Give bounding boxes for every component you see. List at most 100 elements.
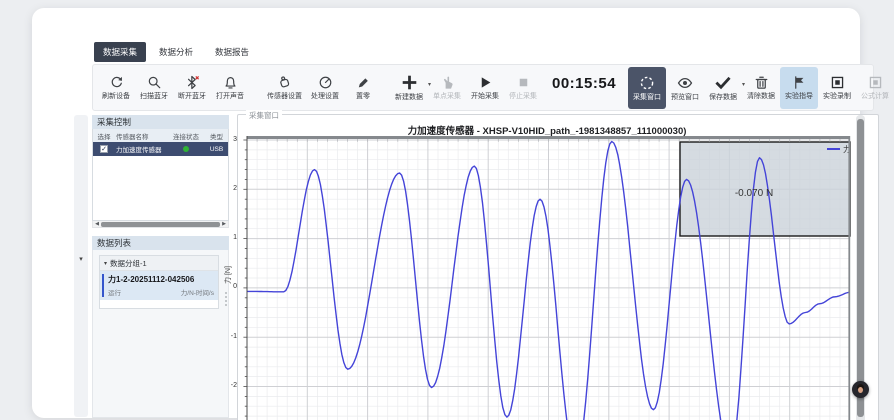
flag-icon [792, 75, 807, 90]
hscroll-right-icon[interactable]: ▶ [220, 222, 228, 227]
y-tick-3: 3 [221, 136, 237, 143]
process-settings-label: 处理设置 [311, 93, 339, 100]
tab-data-capture[interactable]: 数据采集 [94, 42, 146, 62]
data-group-label: 数据分组-1 [110, 258, 147, 269]
hand-icon [440, 75, 455, 90]
set-zero-button[interactable]: 置零 [344, 67, 382, 109]
capture-window-button[interactable]: 采集窗口 [628, 67, 666, 109]
single-point-capture-label: 单点采集 [433, 93, 461, 100]
toolbar-right-group: 采集窗口预览窗口 ▾保存数据清除数据实验指导实验录制公式计算 [628, 65, 894, 110]
hscroll-thumb[interactable] [101, 222, 220, 227]
set-zero-label: 置零 [356, 93, 370, 100]
item-status: 运行 [108, 287, 121, 297]
check-icon [715, 75, 731, 91]
stop-icon [516, 75, 531, 90]
y-tick--1: -1 [221, 333, 237, 340]
group-collapse-icon[interactable]: ▾ [104, 260, 107, 267]
collection-control-panel: 采集控制 选择 传感器名称 连接状态 类型 ✓ 力加速度传感器 USB ◀ [92, 115, 229, 228]
trash-icon [754, 75, 769, 90]
toolbar: 刷新设备扫描蓝牙断开蓝牙 打开声音 传感器设置 处理设置 置零 ▾新建数据单点采集 开始采集… [92, 64, 874, 111]
record-icon [830, 75, 845, 90]
dashed-circle-icon [639, 75, 655, 91]
stop-capture-label: 停止采集 [509, 93, 537, 100]
refresh-device-button[interactable]: 刷新设备 [97, 67, 135, 109]
play-icon [478, 75, 493, 90]
data-group-card: ▾ 数据分组-1 力1-2-20251112-042506 运行 力/N-时间/… [99, 255, 219, 309]
tab-data-report[interactable]: 数据报告 [206, 42, 258, 62]
y-tick-0: 0 [221, 283, 237, 290]
tab-data-analysis[interactable]: 数据分析 [150, 42, 202, 62]
data-list-title: 数据列表 [92, 236, 229, 250]
formula-calc-label: 公式计算 [861, 93, 889, 100]
data-list-item[interactable]: 力1-2-20251112-042506 运行 力/N-时间/s [100, 271, 218, 300]
sensor-settings-label: 传感器设置 [267, 93, 302, 100]
new-data-button[interactable]: ▾新建数据 [390, 67, 428, 109]
sensor-table: 选择 传感器名称 连接状态 类型 ✓ 力加速度传感器 USB [92, 129, 229, 221]
save-data-button[interactable]: ▾保存数据 [704, 67, 742, 109]
vscroll-thumb[interactable] [857, 119, 864, 417]
chart-vscrollbar[interactable] [856, 115, 865, 420]
toolbar-left-group: 刷新设备扫描蓝牙断开蓝牙 打开声音 传感器设置 处理设置 置零 ▾新建数据单点采集 开始采集… [97, 65, 542, 110]
capture-window-groupbox-label: 采集窗口 [246, 110, 282, 121]
assistant-avatar-button[interactable] [852, 381, 869, 398]
new-data-label: 新建数据 [395, 94, 423, 101]
col-sensor-name: 传感器名称 [115, 131, 167, 141]
save-data-label: 保存数据 [709, 94, 737, 101]
col-select: 选择 [93, 131, 115, 141]
app-screen: 数据采集 数据分析 数据报告 刷新设备扫描蓝牙断开蓝牙 打开声音 传感器设置 处理设置… [0, 0, 894, 420]
chart-title: 力加速度传感器 - XHSP-V10HID_path_-1981348857_1… [247, 123, 847, 137]
y-tick--2: -2 [221, 382, 237, 389]
refresh-device-label: 刷新设备 [102, 93, 130, 100]
annotation-value: -0.070 N [735, 188, 773, 199]
sensor-checkbox[interactable]: ✓ [100, 145, 108, 153]
sensor-table-empty-area [93, 156, 228, 220]
status-dot [183, 146, 189, 152]
sidebar-collapse-icon[interactable]: ▾ [74, 255, 88, 263]
pen-icon [356, 75, 371, 90]
waveform-plot[interactable]: -0.070 N力 [243, 136, 854, 420]
stop-capture-button[interactable]: 停止采集 [504, 67, 542, 109]
sound-on-label: 打开声音 [216, 93, 244, 100]
process-settings-button[interactable]: 处理设置 [306, 67, 344, 109]
eye-icon [677, 75, 693, 91]
collection-control-title: 采集控制 [92, 115, 229, 129]
data-group-header[interactable]: ▾ 数据分组-1 [100, 256, 218, 271]
preview-window-button[interactable]: 预览窗口 [666, 67, 704, 109]
scan-bluetooth-button[interactable]: 扫描蓝牙 [135, 67, 173, 109]
sensor-table-hscrollbar[interactable]: ◀ ▶ [92, 221, 229, 228]
hscroll-left-icon[interactable]: ◀ [93, 222, 101, 227]
app-window: 数据采集 数据分析 数据报告 刷新设备扫描蓝牙断开蓝牙 打开声音 传感器设置 处理设置… [32, 8, 860, 418]
experiment-record-button[interactable]: 实验录制 [818, 67, 856, 109]
start-capture-label: 开始采集 [471, 93, 499, 100]
gauge-icon [318, 75, 333, 90]
bell-icon [223, 75, 238, 90]
formula-calc-button[interactable]: 公式计算 [856, 67, 894, 109]
formula-icon [868, 75, 883, 90]
disconnect-bluetooth-label: 断开蓝牙 [178, 93, 206, 100]
search-icon [147, 75, 162, 90]
y-axis-label: 力 [N] [223, 266, 233, 284]
start-capture-button[interactable]: 开始采集 [466, 67, 504, 109]
y-tick-2: 2 [221, 185, 237, 192]
sound-on-button[interactable]: 打开声音 [211, 67, 249, 109]
capture-timer: 00:15:54 [552, 75, 616, 92]
sensor-icon [277, 75, 292, 90]
experiment-guide-label: 实验指导 [785, 93, 813, 100]
disconnect-bluetooth-button[interactable]: 断开蓝牙 [173, 67, 211, 109]
clear-data-button[interactable]: 清除数据 [742, 67, 780, 109]
experiment-guide-button[interactable]: 实验指导 [780, 67, 818, 109]
data-list-drag-dots[interactable] [225, 292, 227, 306]
table-row-sensor[interactable]: ✓ 力加速度传感器 USB [93, 142, 228, 156]
col-connection-status: 连接状态 [167, 131, 205, 141]
item-title: 力1-2-20251112-042506 [108, 274, 214, 285]
card-padding [100, 300, 218, 308]
preview-window-label: 预览窗口 [671, 94, 699, 101]
sidebar-collapse-strip: ▾ [74, 115, 88, 417]
data-list-content: ▾ 数据分组-1 力1-2-20251112-042506 运行 力/N-时间/… [92, 250, 229, 418]
single-point-capture-button[interactable]: 单点采集 [428, 67, 466, 109]
sensor-settings-button[interactable]: 传感器设置 [263, 67, 306, 109]
sensor-table-header: 选择 传感器名称 连接状态 类型 [93, 129, 228, 142]
item-accent-bar [102, 274, 104, 297]
refresh-icon [109, 75, 124, 90]
y-tick-1: 1 [221, 234, 237, 241]
